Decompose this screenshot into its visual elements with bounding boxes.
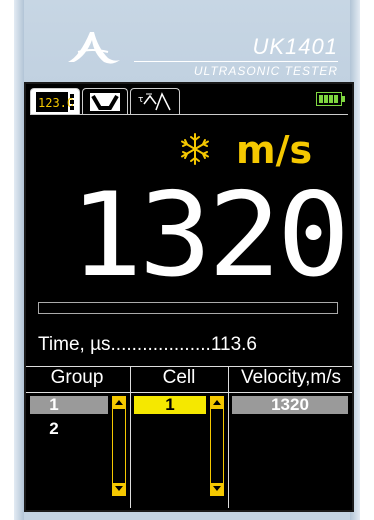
tab-numeric[interactable]: 123.0 bbox=[30, 88, 80, 115]
cell-item[interactable]: 1 bbox=[134, 396, 206, 414]
velocity-item: 1320 bbox=[271, 395, 309, 414]
time-value: 113.6 bbox=[210, 334, 257, 355]
svg-text:τ: τ bbox=[138, 95, 143, 105]
tab-time-graph[interactable]: τ bbox=[130, 88, 180, 115]
cell-scrollbar[interactable] bbox=[210, 396, 224, 496]
header-rule bbox=[26, 392, 352, 393]
unit-label: m/s bbox=[236, 128, 313, 172]
model-name: UK1401 bbox=[252, 34, 338, 59]
scroll-up-button[interactable] bbox=[113, 397, 125, 409]
time-readout: Time, µs...................113.6 bbox=[38, 334, 342, 356]
device-subtitle: ULTRASONIC TESTER bbox=[193, 64, 338, 78]
lcd-screen: 123.0 τ m/s 1320 Time, µs...............… bbox=[24, 82, 354, 512]
scroll-down-button[interactable] bbox=[113, 483, 125, 495]
header-cell: Cell bbox=[162, 367, 196, 388]
header-group: Group bbox=[50, 367, 104, 388]
column-divider bbox=[130, 366, 131, 508]
velocity-reading: 1320 bbox=[69, 168, 350, 303]
time-label: Time, µs bbox=[38, 334, 111, 355]
scroll-down-button[interactable] bbox=[211, 483, 223, 495]
battery-icon bbox=[316, 92, 345, 106]
scroll-up-button[interactable] bbox=[211, 397, 223, 409]
group-item[interactable]: 1 bbox=[42, 396, 66, 414]
time-leader-dots: ................... bbox=[110, 334, 211, 355]
snowflake-icon bbox=[181, 133, 209, 165]
group-item[interactable]: 2 bbox=[42, 420, 66, 438]
divider bbox=[134, 61, 338, 62]
mode-tabs: 123.0 τ bbox=[30, 88, 348, 116]
measurement-progress-bar bbox=[38, 302, 338, 314]
tab-baseline bbox=[30, 114, 348, 115]
time-graph-icon: τ bbox=[138, 92, 171, 111]
svg-text:123.0: 123.0 bbox=[38, 96, 74, 110]
group-scrollbar[interactable] bbox=[112, 396, 126, 496]
tab-waveform[interactable] bbox=[82, 88, 128, 115]
numeric-display-icon: 123.0 bbox=[36, 92, 74, 112]
waveform-icon bbox=[90, 93, 120, 111]
results-table: Group Cell Velocity,m/s 1 2 1 1320 bbox=[26, 366, 352, 510]
header-velocity: Velocity,m/s bbox=[241, 367, 341, 388]
column-divider bbox=[228, 366, 229, 508]
brand-logo bbox=[68, 32, 120, 64]
